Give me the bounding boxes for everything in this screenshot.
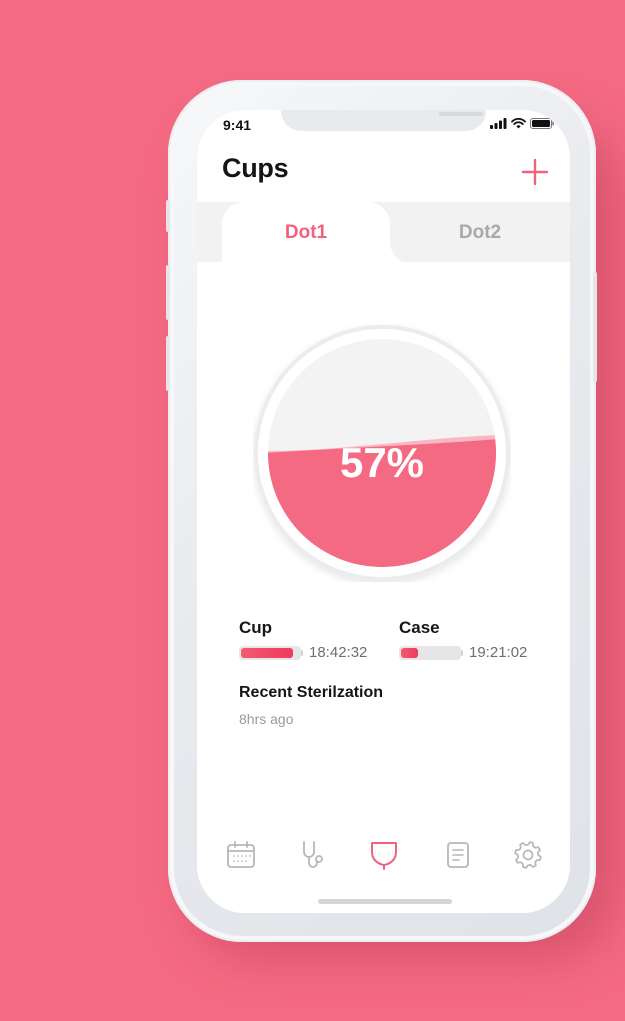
case-level-bar — [399, 646, 461, 660]
status-icons — [490, 118, 554, 129]
status-time: 9:41 — [223, 117, 252, 133]
case-time: 19:21:02 — [469, 644, 528, 661]
power-button — [593, 272, 597, 382]
gauge-percent: 57% — [340, 439, 424, 486]
case-label: Case — [399, 618, 440, 637]
cup-label: Cup — [239, 618, 273, 637]
phone-screen: 9:41 Cups Dot1 Dot2 57% Cup 18:42:32 Cas… — [197, 110, 570, 913]
home-indicator — [318, 899, 452, 904]
nav-settings[interactable] — [512, 839, 544, 871]
tab-dot2[interactable]: Dot2 — [390, 202, 570, 264]
device-tabs: Dot1 Dot2 — [197, 202, 570, 264]
stethoscope-icon — [303, 841, 323, 868]
speaker-grille — [439, 112, 483, 116]
plus-icon — [521, 158, 549, 186]
add-cup-button[interactable] — [521, 158, 549, 186]
gear-icon — [514, 841, 542, 869]
recent-sterilization-title: Recent Sterilzation — [239, 684, 384, 701]
page-title: Cups — [222, 153, 289, 183]
nav-reports[interactable] — [442, 839, 474, 871]
document-icon — [447, 842, 469, 868]
battery-icon — [530, 118, 554, 129]
nav-health[interactable] — [297, 839, 329, 871]
case-level-fill — [401, 648, 418, 658]
case-bar-tip — [461, 650, 463, 656]
volume-down-button — [166, 336, 170, 391]
wifi-icon — [511, 118, 526, 129]
calendar-icon — [227, 841, 255, 868]
cup-time: 18:42:32 — [309, 644, 368, 661]
cup-icon — [371, 842, 397, 870]
notch — [281, 110, 486, 131]
volume-up-button — [166, 265, 170, 320]
stage: 9:41 Cups Dot1 Dot2 57% Cup 18:42:32 Cas… — [0, 0, 625, 1021]
cup-level-bar — [239, 646, 301, 660]
nav-cups[interactable] — [368, 839, 400, 871]
cup-level-fill — [241, 648, 293, 658]
nav-calendar[interactable] — [225, 839, 257, 871]
level-gauge: 57% — [254, 325, 510, 581]
recent-sterilization-time: 8hrs ago — [239, 711, 294, 727]
cup-bar-tip — [301, 650, 303, 656]
mute-switch — [166, 200, 170, 232]
signal-icon — [490, 118, 507, 129]
bottom-nav — [197, 835, 570, 875]
tab-dot1[interactable]: Dot1 — [222, 202, 390, 264]
